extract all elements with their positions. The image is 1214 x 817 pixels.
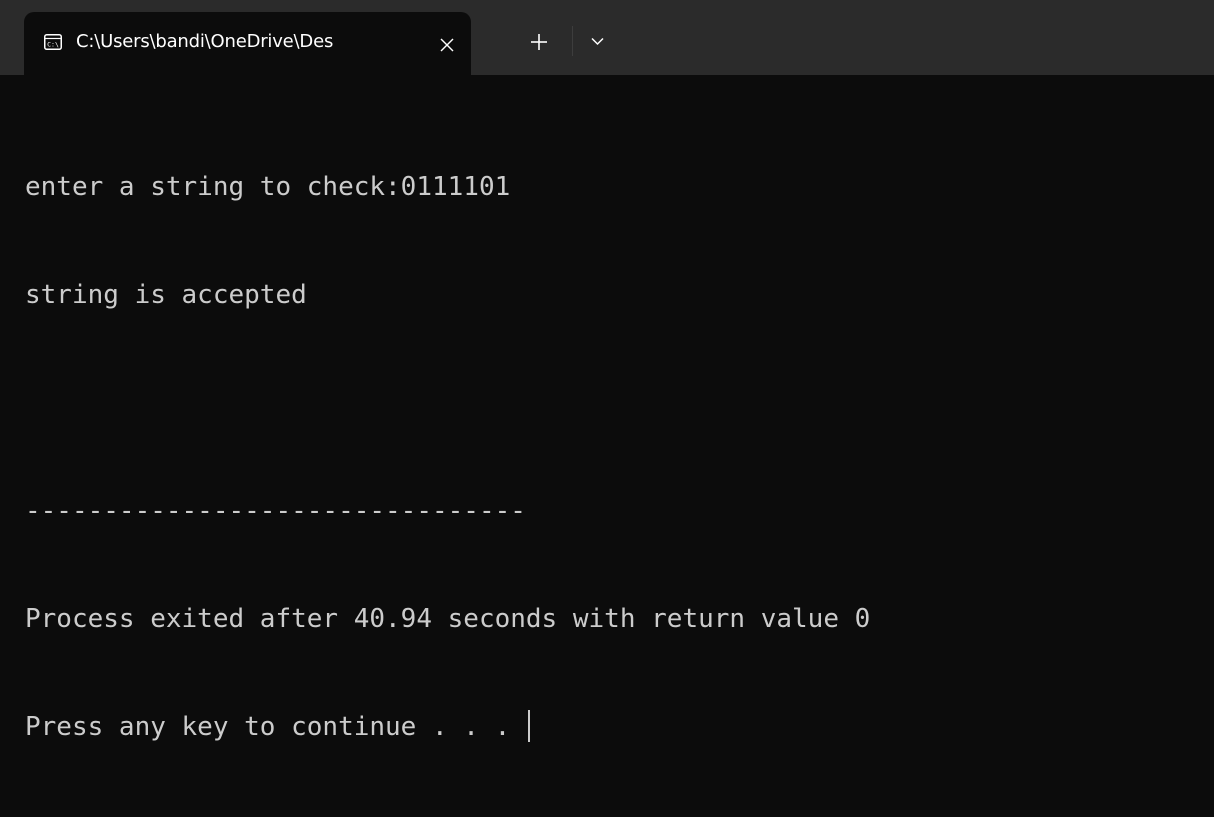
tab-title: C:\Users\bandi\OneDrive\Des — [76, 31, 334, 52]
console-icon: C:\ — [44, 34, 62, 50]
chevron-down-icon[interactable] — [591, 37, 604, 46]
terminal-line: string is accepted — [25, 280, 307, 310]
terminal-tab[interactable]: C:\ C:\Users\bandi\OneDrive\Des — [24, 12, 471, 75]
close-icon[interactable] — [440, 38, 454, 52]
terminal-output[interactable]: enter a string to check:0111101 string i… — [0, 75, 1214, 742]
svg-text:C:\: C:\ — [47, 41, 59, 49]
terminal-line: enter a string to check:0111101 — [25, 172, 511, 202]
terminal-line: Press any key to continue . . . — [25, 712, 526, 742]
terminal-line: Process exited after 40.94 seconds with … — [25, 604, 871, 634]
tab-separator — [572, 26, 573, 56]
terminal-line: -------------------------------- — [25, 496, 526, 526]
plus-icon[interactable] — [530, 33, 548, 51]
text-cursor — [527, 710, 530, 742]
title-bar: C:\ C:\Users\bandi\OneDrive\Des — [0, 0, 1214, 75]
